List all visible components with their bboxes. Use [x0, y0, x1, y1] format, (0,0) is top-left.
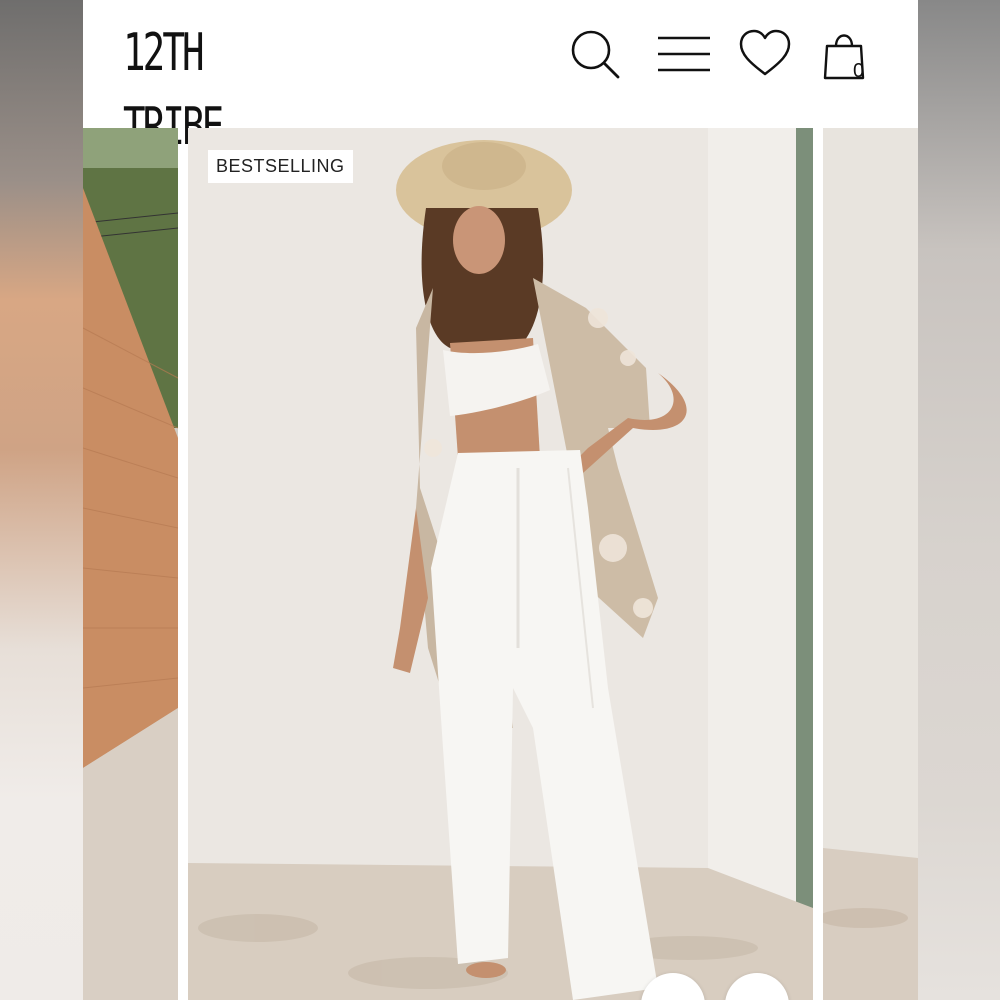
- shopping-bag-icon[interactable]: [817, 24, 877, 84]
- carousel-slide-current[interactable]: BESTSELLING: [188, 128, 813, 1000]
- previous-slide-image: [83, 128, 178, 1000]
- product-image: [188, 128, 813, 1000]
- background-blur-right: [918, 0, 1000, 1000]
- mobile-page: 12TH TRIBE 0 BESTSELLING: [83, 0, 918, 1000]
- search-icon[interactable]: [565, 24, 625, 84]
- background-blur-left: [0, 0, 83, 1000]
- carousel-slide-next[interactable]: [823, 128, 918, 1000]
- heart-icon[interactable]: [735, 24, 795, 84]
- carousel-slide-previous[interactable]: [83, 128, 178, 1000]
- menu-icon[interactable]: [653, 24, 713, 84]
- bestselling-badge: BESTSELLING: [208, 150, 353, 183]
- brand-logo[interactable]: 12TH TRIBE: [123, 16, 281, 157]
- cart-count-badge: 0: [853, 60, 865, 82]
- site-header: 12TH TRIBE 0: [83, 0, 918, 157]
- next-slide-image: [823, 128, 918, 1000]
